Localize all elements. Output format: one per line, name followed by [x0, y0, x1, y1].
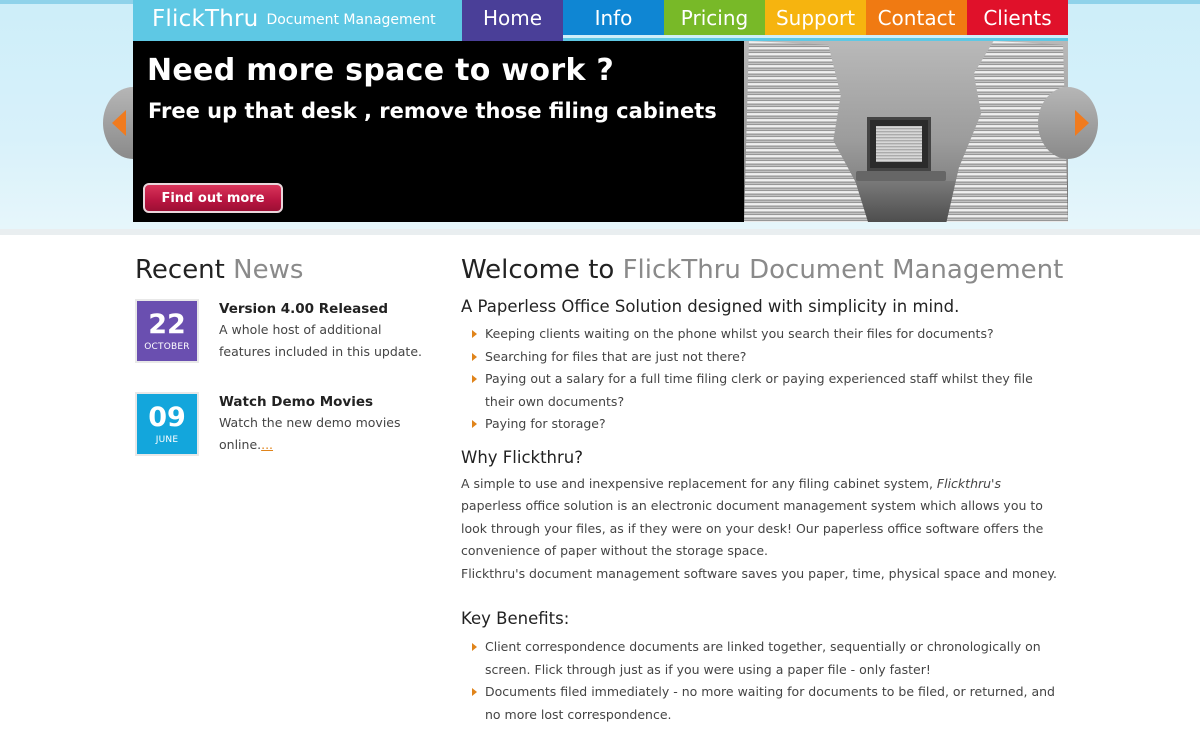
questions-list: Keeping clients waiting on the phone whi…	[461, 323, 1061, 436]
nav-clients[interactable]: Clients	[967, 0, 1068, 35]
nav-contact[interactable]: Contact	[866, 0, 967, 35]
laptop-icon	[867, 117, 931, 171]
header-divider	[0, 229, 1200, 235]
list-item: Keeping clients waiting on the phone whi…	[461, 323, 1061, 346]
list-item: Client correspondence documents are link…	[461, 636, 1061, 681]
slide-subtitle: Free up that desk , remove those filing …	[148, 99, 717, 123]
chevron-right-icon[interactable]	[1038, 87, 1098, 159]
news-item-title[interactable]: Version 4.00 Released	[219, 299, 434, 319]
why-paragraph: A simple to use and inexpensive replacem…	[461, 475, 1044, 559]
slide-title: Need more space to work ?	[147, 53, 615, 88]
slider-next-arrow	[1075, 110, 1089, 136]
date-badge: 22 OCTOBER	[135, 299, 199, 363]
main-nav: Home Info Pricing Support Contact Client…	[462, 0, 1068, 42]
nav-info[interactable]: Info	[563, 0, 664, 35]
list-item: Paying out a salary for a full time fili…	[461, 368, 1061, 413]
date-month: JUNE	[155, 434, 179, 445]
list-item: Documents filed immediately - no more wa…	[461, 681, 1061, 726]
savings-paragraph: Flickthru's document management software…	[461, 565, 1058, 581]
nav-home[interactable]: Home	[462, 0, 563, 42]
date-month: OCTOBER	[144, 341, 190, 352]
list-item: Searching for files that are just not th…	[461, 346, 1061, 369]
why-heading: Why Flickthru?	[461, 447, 583, 467]
laptop-base	[856, 171, 946, 181]
nav-pricing[interactable]: Pricing	[664, 0, 765, 35]
paper-stacks-image	[744, 41, 1068, 222]
benefits-heading: Key Benefits:	[461, 609, 570, 628]
logo-main-text: FlickThru	[152, 6, 259, 32]
page-title: Welcome to FlickThru Document Management	[461, 255, 1064, 285]
date-day: 09	[148, 401, 186, 433]
page-subtitle: A Paperless Office Solution designed wit…	[461, 297, 960, 316]
date-badge: 09 JUNE	[135, 392, 199, 456]
news-item-body: Watch the new demo movies online....	[219, 415, 401, 452]
paper-stack-left	[744, 41, 868, 222]
slider-prev-arrow	[112, 110, 126, 136]
news-item-title[interactable]: Watch Demo Movies	[219, 392, 434, 412]
news-heading: Recent News	[135, 255, 304, 285]
news-item-body: A whole host of additional features incl…	[219, 322, 422, 359]
logo-sub-text: Document Management	[266, 12, 436, 28]
list-item: Paying for storage?	[461, 413, 1061, 436]
benefits-list: Client correspondence documents are link…	[461, 636, 1061, 726]
read-more-link[interactable]: ...	[261, 437, 273, 452]
hero-slider: Need more space to work ? Free up that d…	[133, 41, 1068, 222]
date-day: 22	[148, 308, 186, 340]
main-content: Welcome to FlickThru Document Management…	[461, 255, 1064, 726]
nav-support[interactable]: Support	[765, 0, 866, 35]
find-out-more-button[interactable]: Find out more	[143, 183, 283, 213]
site-logo[interactable]: FlickThru Document Management	[133, 0, 462, 38]
